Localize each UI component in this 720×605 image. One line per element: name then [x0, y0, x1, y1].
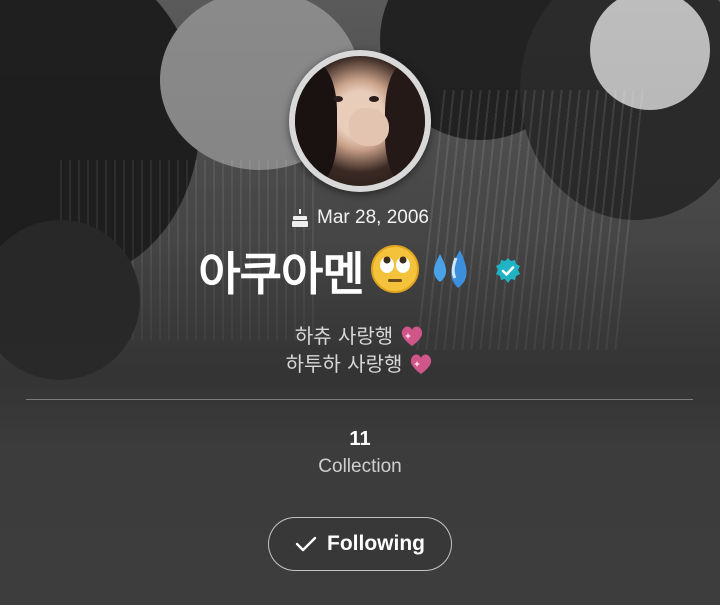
profile-avatar[interactable] — [289, 50, 431, 192]
profile-bio: 하츄 사랑행 하투하 사랑행 — [0, 322, 720, 378]
birthday-text: Mar 28, 2006 — [317, 207, 429, 228]
profile-name: 아쿠아멘 — [198, 247, 364, 301]
sparkling-heart-icon — [408, 352, 434, 376]
divider — [26, 399, 693, 400]
verified-badge-icon — [494, 257, 522, 285]
check-icon — [295, 535, 317, 553]
bio-line: 하투하 사랑행 — [0, 350, 720, 378]
sparkling-heart-icon — [399, 324, 425, 348]
cake-icon — [291, 208, 309, 228]
collection-count[interactable]: 11 — [0, 428, 720, 451]
eye-roll-emoji-icon — [368, 242, 422, 301]
profile-name-row: 아쿠아멘 — [0, 238, 720, 304]
following-button-label: Following — [327, 532, 425, 555]
bio-line: 하츄 사랑행 — [0, 322, 720, 350]
sweat-droplets-emoji-icon — [426, 242, 480, 301]
birthday-row: Mar 28, 2006 — [0, 207, 720, 229]
following-button[interactable]: Following — [268, 517, 452, 571]
collection-label[interactable]: Collection — [0, 456, 720, 478]
